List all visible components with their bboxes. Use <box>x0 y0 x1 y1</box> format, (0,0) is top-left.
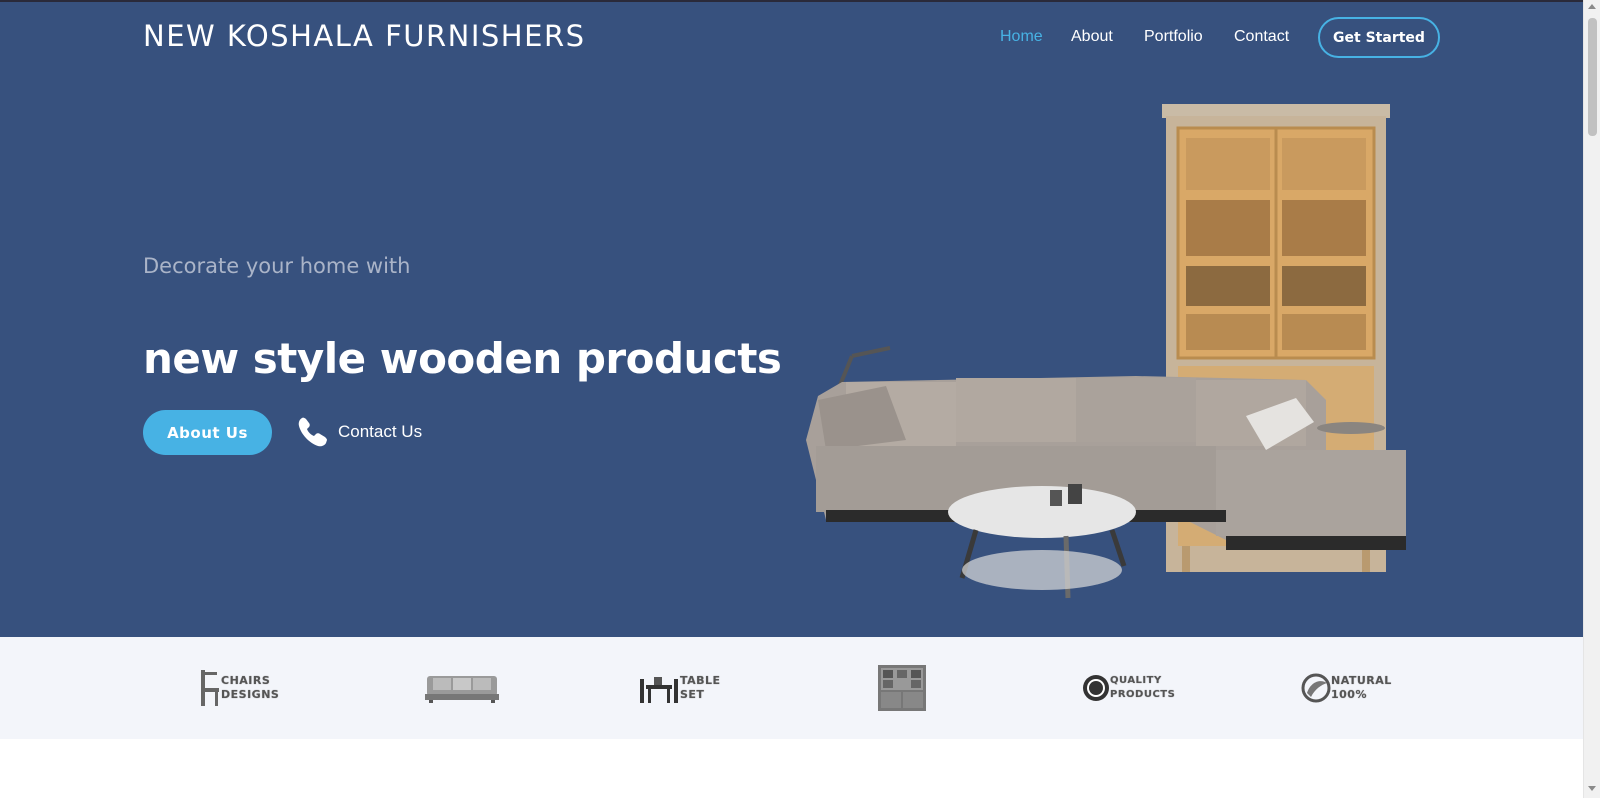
client-logo-natural[interactable]: NATURAL 100% <box>1301 663 1392 713</box>
vertical-scrollbar[interactable] <box>1583 0 1600 798</box>
client-label-line1: TABLE <box>680 674 721 687</box>
client-logo-cabinet[interactable] <box>877 663 927 713</box>
table-icon <box>640 677 678 703</box>
sofa-icon <box>425 676 499 703</box>
client-label-line1: NATURAL <box>1331 674 1392 687</box>
client-label-line2: 100% <box>1331 688 1367 701</box>
hero-subtitle: Decorate your home with <box>143 254 411 278</box>
scroll-up-icon[interactable] <box>1588 4 1596 9</box>
client-logo-chairs[interactable]: CHAIRS DESIGNS <box>199 663 279 713</box>
page: NEW KOSHALA FURNISHERS Home About Portfo… <box>0 0 1583 798</box>
nav-about[interactable]: About <box>1071 28 1113 46</box>
client-logo-quality[interactable]: QUALITY PRODUCTS <box>1082 663 1175 713</box>
contact-us-label: Contact Us <box>338 422 423 441</box>
about-us-button[interactable]: About Us <box>143 410 272 455</box>
client-label-line2: SET <box>680 688 705 701</box>
client-logo-sofa[interactable] <box>425 663 499 713</box>
client-logo-table-set[interactable]: TABLE SET <box>638 663 721 713</box>
scroll-thumb[interactable] <box>1588 18 1597 136</box>
leaf-icon <box>1301 673 1331 703</box>
client-label-line2: PRODUCTS <box>1110 689 1176 700</box>
sofa-illustration <box>806 104 1406 599</box>
contact-us-link[interactable]: Contact Us <box>296 414 422 450</box>
top-border <box>0 0 1583 2</box>
client-label-line2: DESIGNS <box>221 688 280 701</box>
site-logo[interactable]: NEW KOSHALA FURNISHERS <box>143 19 586 53</box>
content-below <box>0 739 1583 798</box>
cabinet-icon <box>878 665 926 711</box>
hero-title: new style wooden products <box>143 334 782 383</box>
client-label-line1: CHAIRS <box>221 674 271 687</box>
nav-portfolio[interactable]: Portfolio <box>1144 28 1203 46</box>
quality-badge-icon <box>1083 675 1109 701</box>
coffee-table-graphic <box>948 484 1136 599</box>
hero-section: NEW KOSHALA FURNISHERS Home About Portfo… <box>0 0 1583 637</box>
nav-contact[interactable]: Contact <box>1234 28 1289 46</box>
phone-icon <box>298 417 327 447</box>
clients-strip: CHAIRS DESIGNS TABLE SET QUALITY PRODUCT… <box>0 637 1583 739</box>
scroll-down-icon[interactable] <box>1588 786 1596 791</box>
nav-home[interactable]: Home <box>1000 28 1043 46</box>
chair-icon <box>201 670 219 706</box>
get-started-button[interactable]: Get Started <box>1318 17 1440 58</box>
client-label-line1: QUALITY <box>1110 675 1162 686</box>
